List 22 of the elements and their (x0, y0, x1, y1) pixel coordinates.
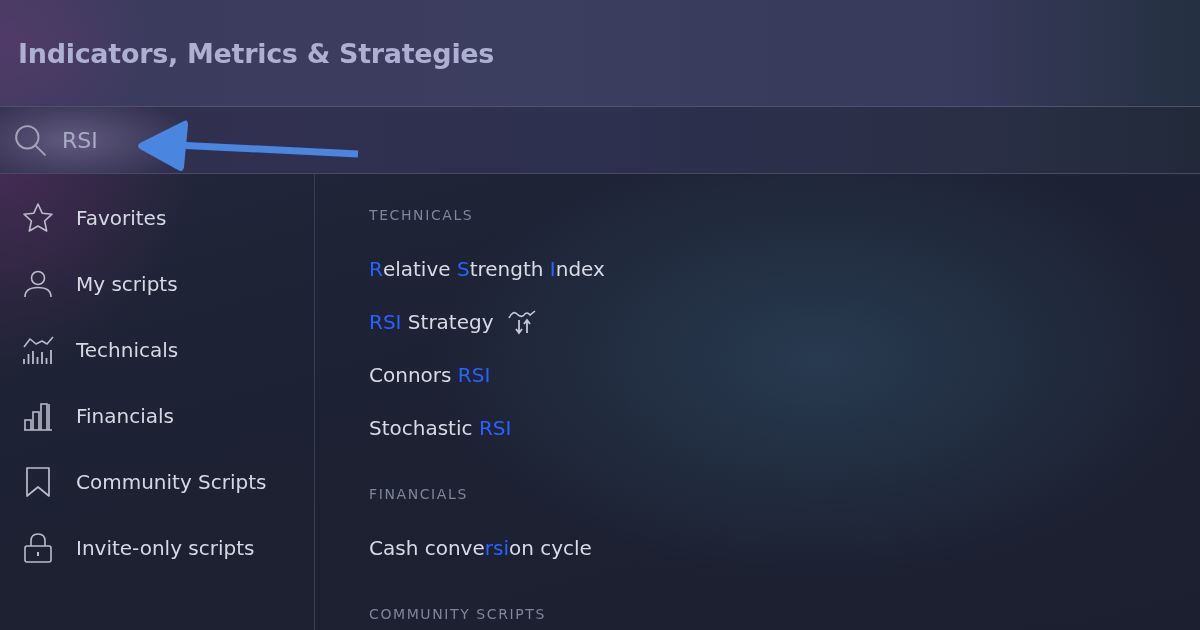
sidebar-item[interactable]: Financials (0, 383, 314, 449)
result-item[interactable]: Cash conversion cycle (369, 535, 592, 560)
chart-icon (22, 334, 54, 366)
result-item[interactable]: RSI Strategy (369, 308, 536, 335)
lock-icon (22, 532, 54, 564)
section-heading: TECHNICALS (369, 206, 474, 225)
strategy-icon (507, 308, 536, 335)
sidebar-item[interactable]: Favorites (0, 185, 314, 251)
section-heading: FINANCIALS (369, 485, 468, 504)
result-item[interactable]: Stochastic RSI (369, 415, 512, 440)
section-heading: COMMUNITY SCRIPTS (369, 605, 546, 624)
sidebar-item[interactable]: Invite-only scripts (0, 515, 314, 581)
result-item[interactable]: Connors RSI (369, 362, 491, 387)
star-icon (22, 202, 54, 234)
search-icon (14, 124, 46, 156)
sidebar-item[interactable]: Technicals (0, 317, 314, 383)
sidebar-item[interactable]: Community Scripts (0, 449, 314, 515)
result-item[interactable]: Relative Strength Index (369, 256, 605, 281)
sidebar-item[interactable]: My scripts (0, 251, 314, 317)
person-icon (22, 268, 54, 300)
bar-chart-icon (22, 400, 54, 432)
dialog-title: Indicators, Metrics & Strategies (18, 37, 495, 69)
